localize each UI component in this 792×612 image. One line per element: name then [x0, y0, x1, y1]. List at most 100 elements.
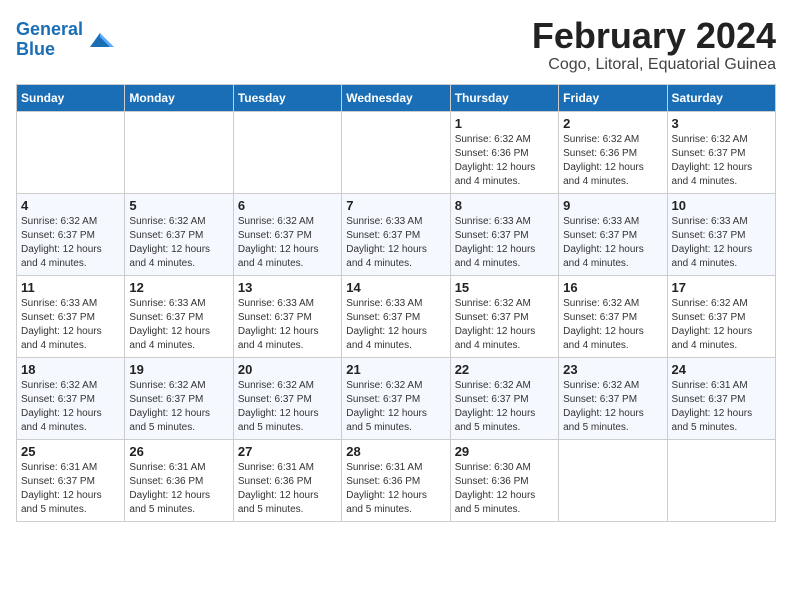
- calendar-cell: 21 Sunrise: 6:32 AM Sunset: 6:37 PM Dayli…: [342, 357, 450, 439]
- cell-info-text: Sunrise: 6:31 AM Sunset: 6:36 PM Dayligh…: [238, 461, 337, 517]
- cell-day-number: 7: [346, 198, 445, 213]
- cell-day-number: 25: [21, 444, 120, 459]
- logo: General Blue: [16, 20, 114, 60]
- cell-info-text: Sunrise: 6:32 AM Sunset: 6:37 PM Dayligh…: [455, 297, 554, 353]
- cell-day-number: 2: [563, 116, 662, 131]
- header-cell-friday: Friday: [559, 84, 667, 111]
- cell-day-number: 10: [672, 198, 771, 213]
- logo-text: General Blue: [16, 20, 83, 60]
- calendar-cell: 22Sunrise: 6:32 AM Sunset: 6:37 PM Dayli…: [450, 357, 558, 439]
- cell-info-text: Sunrise: 6:32 AM Sunset: 6:37 PM Dayligh…: [672, 297, 771, 353]
- cell-day-number: 8: [455, 198, 554, 213]
- calendar-cell: [125, 111, 233, 193]
- cell-info-text: Sunrise: 6:32 AM Sunset: 6:37 PM Dayligh…: [238, 379, 337, 435]
- cell-info-text: Sunrise: 6:31 AM Sunset: 6:37 PM Dayligh…: [672, 379, 771, 435]
- cell-info-text: Sunrise: 6:33 AM Sunset: 6:37 PM Dayligh…: [672, 215, 771, 271]
- cell-info-text: Sunrise: 6:33 AM Sunset: 6:37 PM Dayligh…: [455, 215, 554, 271]
- calendar-header: SundayMondayTuesdayWednesdayThursdayFrid…: [17, 84, 776, 111]
- cell-day-number: 24: [672, 362, 771, 377]
- cell-info-text: Sunrise: 6:32 AM Sunset: 6:37 PM Dayligh…: [672, 133, 771, 189]
- header-cell-tuesday: Tuesday: [233, 84, 341, 111]
- cell-day-number: 14: [346, 280, 445, 295]
- calendar-cell: 5 Sunrise: 6:32 AM Sunset: 6:37 PM Daylig…: [125, 193, 233, 275]
- cell-info-text: Sunrise: 6:33 AM Sunset: 6:37 PM Dayligh…: [563, 215, 662, 271]
- cell-info-text: Sunrise: 6:32 AM Sunset: 6:37 PM Dayligh…: [21, 379, 120, 435]
- calendar-cell: 26 Sunrise: 6:31 AM Sunset: 6:36 PM Dayli…: [125, 439, 233, 521]
- cell-info-text: Sunrise: 6:33 AM Sunset: 6:37 PM Dayligh…: [238, 297, 337, 353]
- calendar-cell: 17 Sunrise: 6:32 AM Sunset: 6:37 PM Dayli…: [667, 275, 775, 357]
- cell-info-text: Sunrise: 6:32 AM Sunset: 6:37 PM Dayligh…: [238, 215, 337, 271]
- calendar-cell: 23 Sunrise: 6:32 AM Sunset: 6:37 PM Dayli…: [559, 357, 667, 439]
- cell-day-number: 15: [455, 280, 554, 295]
- cell-info-text: Sunrise: 6:32 AM Sunset: 6:37 PM Dayligh…: [455, 379, 554, 435]
- cell-info-text: Sunrise: 6:31 AM Sunset: 6:37 PM Dayligh…: [21, 461, 120, 517]
- cell-day-number: 16: [563, 280, 662, 295]
- cell-day-number: 9: [563, 198, 662, 213]
- cell-day-number: 4: [21, 198, 120, 213]
- cell-info-text: Sunrise: 6:32 AM Sunset: 6:37 PM Dayligh…: [346, 379, 445, 435]
- calendar-cell: 8 Sunrise: 6:33 AM Sunset: 6:37 PM Daylig…: [450, 193, 558, 275]
- week-row-3: 11 Sunrise: 6:33 AM Sunset: 6:37 PM Dayli…: [17, 275, 776, 357]
- calendar-subtitle: Cogo, Litoral, Equatorial Guinea: [532, 56, 776, 74]
- calendar-cell: 28 Sunrise: 6:31 AM Sunset: 6:36 PM Dayli…: [342, 439, 450, 521]
- cell-info-text: Sunrise: 6:32 AM Sunset: 6:37 PM Dayligh…: [563, 379, 662, 435]
- header-row: SundayMondayTuesdayWednesdayThursdayFrid…: [17, 84, 776, 111]
- cell-day-number: 12: [129, 280, 228, 295]
- header-cell-monday: Monday: [125, 84, 233, 111]
- week-row-4: 18 Sunrise: 6:32 AM Sunset: 6:37 PM Dayli…: [17, 357, 776, 439]
- cell-day-number: 1: [455, 116, 554, 131]
- cell-info-text: Sunrise: 6:32 AM Sunset: 6:37 PM Dayligh…: [129, 379, 228, 435]
- cell-info-text: Sunrise: 6:31 AM Sunset: 6:36 PM Dayligh…: [346, 461, 445, 517]
- cell-info-text: Sunrise: 6:31 AM Sunset: 6:36 PM Dayligh…: [129, 461, 228, 517]
- cell-day-number: 17: [672, 280, 771, 295]
- cell-day-number: 26: [129, 444, 228, 459]
- cell-info-text: Sunrise: 6:32 AM Sunset: 6:36 PM Dayligh…: [563, 133, 662, 189]
- cell-info-text: Sunrise: 6:33 AM Sunset: 6:37 PM Dayligh…: [129, 297, 228, 353]
- cell-info-text: Sunrise: 6:32 AM Sunset: 6:37 PM Dayligh…: [563, 297, 662, 353]
- calendar-cell: 20 Sunrise: 6:32 AM Sunset: 6:37 PM Dayli…: [233, 357, 341, 439]
- calendar-cell: 7 Sunrise: 6:33 AM Sunset: 6:37 PM Daylig…: [342, 193, 450, 275]
- calendar-cell: [342, 111, 450, 193]
- cell-day-number: 23: [563, 362, 662, 377]
- cell-day-number: 18: [21, 362, 120, 377]
- calendar-cell: [233, 111, 341, 193]
- calendar-cell: 25 Sunrise: 6:31 AM Sunset: 6:37 PM Dayli…: [17, 439, 125, 521]
- calendar-table: SundayMondayTuesdayWednesdayThursdayFrid…: [16, 84, 776, 522]
- header-cell-saturday: Saturday: [667, 84, 775, 111]
- calendar-cell: 29Sunrise: 6:30 AM Sunset: 6:36 PM Dayli…: [450, 439, 558, 521]
- calendar-cell: 16 Sunrise: 6:32 AM Sunset: 6:37 PM Dayli…: [559, 275, 667, 357]
- cell-day-number: 21: [346, 362, 445, 377]
- cell-info-text: Sunrise: 6:32 AM Sunset: 6:37 PM Dayligh…: [129, 215, 228, 271]
- calendar-cell: 10 Sunrise: 6:33 AM Sunset: 6:37 PM Dayli…: [667, 193, 775, 275]
- cell-info-text: Sunrise: 6:32 AM Sunset: 6:37 PM Dayligh…: [21, 215, 120, 271]
- calendar-cell: 15 Sunrise: 6:32 AM Sunset: 6:37 PM Dayli…: [450, 275, 558, 357]
- calendar-cell: 2 Sunrise: 6:32 AM Sunset: 6:36 PM Daylig…: [559, 111, 667, 193]
- header-cell-sunday: Sunday: [17, 84, 125, 111]
- cell-day-number: 11: [21, 280, 120, 295]
- cell-day-number: 27: [238, 444, 337, 459]
- cell-info-text: Sunrise: 6:30 AM Sunset: 6:36 PM Dayligh…: [455, 461, 554, 517]
- cell-day-number: 5: [129, 198, 228, 213]
- calendar-cell: [559, 439, 667, 521]
- page-header: General Blue February 2024 Cogo, Litoral…: [16, 16, 776, 74]
- cell-day-number: 3: [672, 116, 771, 131]
- calendar-cell: 27 Sunrise: 6:31 AM Sunset: 6:36 PM Dayli…: [233, 439, 341, 521]
- header-cell-wednesday: Wednesday: [342, 84, 450, 111]
- cell-day-number: 20: [238, 362, 337, 377]
- week-row-1: 1 Sunrise: 6:32 AM Sunset: 6:36 PM Daylig…: [17, 111, 776, 193]
- calendar-cell: 9 Sunrise: 6:33 AM Sunset: 6:37 PM Daylig…: [559, 193, 667, 275]
- calendar-cell: 12 Sunrise: 6:33 AM Sunset: 6:37 PM Dayli…: [125, 275, 233, 357]
- calendar-cell: 18 Sunrise: 6:32 AM Sunset: 6:37 PM Dayli…: [17, 357, 125, 439]
- calendar-cell: 6Sunrise: 6:32 AM Sunset: 6:37 PM Daylig…: [233, 193, 341, 275]
- calendar-cell: [17, 111, 125, 193]
- cell-info-text: Sunrise: 6:33 AM Sunset: 6:37 PM Dayligh…: [346, 215, 445, 271]
- week-row-5: 25 Sunrise: 6:31 AM Sunset: 6:37 PM Dayli…: [17, 439, 776, 521]
- calendar-cell: 11Sunrise: 6:33 AM Sunset: 6:37 PM Dayli…: [17, 275, 125, 357]
- calendar-title: February 2024: [532, 16, 776, 56]
- cell-day-number: 28: [346, 444, 445, 459]
- calendar-cell: 14Sunrise: 6:33 AM Sunset: 6:37 PM Dayli…: [342, 275, 450, 357]
- calendar-body: 1 Sunrise: 6:32 AM Sunset: 6:36 PM Daylig…: [17, 111, 776, 521]
- header-cell-thursday: Thursday: [450, 84, 558, 111]
- calendar-cell: 3 Sunrise: 6:32 AM Sunset: 6:37 PM Daylig…: [667, 111, 775, 193]
- cell-day-number: 19: [129, 362, 228, 377]
